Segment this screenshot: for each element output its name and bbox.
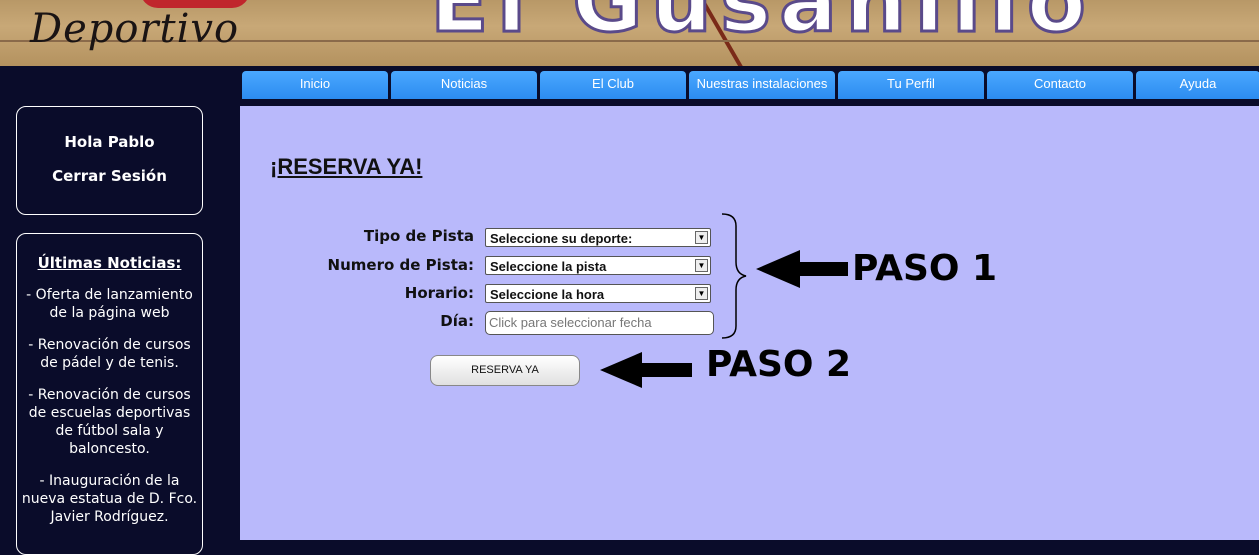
court-type-label: Tipo de Pista — [363, 227, 474, 245]
nav-item-inicio[interactable]: Inicio — [242, 71, 388, 99]
nav-item-el-club[interactable]: El Club — [540, 71, 686, 99]
nav-item-tu-perfil[interactable]: Tu Perfil — [838, 71, 984, 99]
chevron-down-icon: ▼ — [695, 231, 708, 244]
news-item: - Renovación de cursos de pádel y de ten… — [28, 337, 191, 371]
news-item: - Oferta de lanzamiento de la página web — [26, 287, 193, 321]
schedule-label: Horario: — [404, 284, 474, 302]
user-greeting: Hola Pablo — [64, 133, 155, 151]
court-number-select[interactable]: Seleccione la pista ▼ — [485, 256, 711, 275]
reserve-button[interactable]: RESERVA YA — [430, 355, 580, 386]
arrow-left-icon — [600, 352, 692, 388]
court-type-select[interactable]: Seleccione su deporte: ▼ — [485, 228, 711, 247]
schedule-value: Seleccione la hora — [490, 287, 605, 302]
chevron-down-icon: ▼ — [695, 259, 708, 272]
main-content: ¡RESERVA YA! Tipo de Pista Seleccione su… — [240, 106, 1259, 540]
step-2-label: PASO 2 — [706, 344, 852, 385]
site-title: El Gusanillo — [429, 0, 1094, 54]
news-item: - Inauguración de la nueva estatua de D.… — [21, 473, 198, 525]
site-logo[interactable]: Deportivo — [30, 6, 239, 52]
news-item: - Renovación de cursos de escuelas depor… — [28, 387, 191, 457]
step-1-label: PASO 1 — [852, 248, 998, 289]
schedule-select[interactable]: Seleccione la hora ▼ — [485, 284, 711, 303]
page-title: ¡RESERVA YA! — [270, 154, 423, 179]
nav-item-ayuda[interactable]: Ayuda — [1136, 71, 1259, 99]
nav-item-instalaciones[interactable]: Nuestras instalaciones — [689, 71, 835, 99]
day-label: Día: — [440, 312, 474, 330]
court-number-label: Numero de Pista: — [327, 256, 474, 274]
chevron-down-icon: ▼ — [695, 287, 708, 300]
news-box: Últimas Noticias: - Oferta de lanzamient… — [16, 233, 203, 555]
arrow-left-icon — [756, 250, 848, 288]
nav-item-contacto[interactable]: Contacto — [987, 71, 1133, 99]
news-title: Últimas Noticias: — [37, 254, 182, 272]
court-number-value: Seleccione la pista — [490, 259, 607, 274]
logout-link[interactable]: Cerrar Sesión — [17, 167, 202, 185]
main-nav: Inicio Noticias El Club Nuestras instala… — [240, 68, 1259, 104]
nav-item-noticias[interactable]: Noticias — [391, 71, 537, 99]
user-box: Hola Pablo Cerrar Sesión — [16, 106, 203, 215]
court-type-value: Seleccione su deporte: — [490, 231, 633, 246]
header-banner: Deportivo El Gusanillo — [0, 0, 1259, 66]
brace-decoration — [721, 213, 747, 339]
date-field[interactable]: Click para seleccionar fecha — [485, 311, 714, 335]
